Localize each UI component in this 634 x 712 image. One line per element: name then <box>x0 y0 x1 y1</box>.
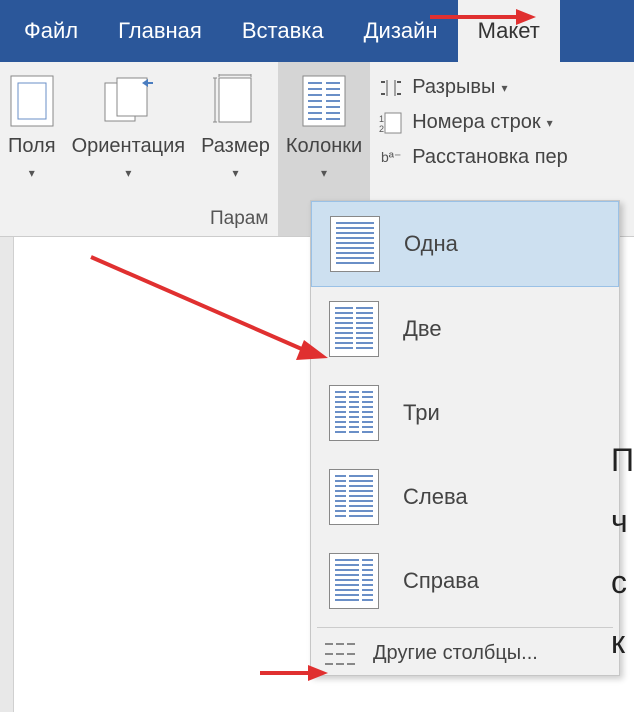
columns-three-icon <box>329 385 379 441</box>
columns-two-label: Две <box>403 316 442 342</box>
tab-layout[interactable]: Макет <box>458 0 560 62</box>
columns-right-label: Справа <box>403 568 479 594</box>
line-numbers-label: Номера строк <box>412 111 540 134</box>
page-setup-group-label: Парам <box>210 208 268 230</box>
columns-icon <box>302 68 346 133</box>
columns-right-icon <box>329 553 379 609</box>
chevron-down-icon: ▾ <box>125 166 131 180</box>
document-ruler-edge <box>0 237 14 712</box>
columns-one-item[interactable]: Одна <box>311 201 619 287</box>
columns-more-item[interactable]: Другие столбцы... <box>311 632 619 675</box>
orientation-icon <box>102 68 154 133</box>
hyphenation-label: Расстановка пер <box>412 146 568 169</box>
columns-one-icon <box>330 216 380 272</box>
columns-more-label: Другие столбцы... <box>373 642 538 665</box>
breaks-label: Разрывы <box>412 76 495 99</box>
chevron-down-icon: ▾ <box>501 81 507 95</box>
tab-file[interactable]: Файл <box>4 0 98 62</box>
ribbon-tabs: Файл Главная Вставка Дизайн Макет <box>0 0 634 62</box>
hyphenation-icon: bª⁻ <box>378 149 404 166</box>
columns-three-item[interactable]: Три <box>311 371 619 455</box>
columns-one-label: Одна <box>404 231 458 257</box>
margins-icon <box>10 68 54 133</box>
document-text-peek: П ч с к <box>611 430 634 673</box>
orientation-button[interactable]: Ориентация ▾ <box>64 62 194 236</box>
columns-label: Колонки <box>286 135 362 158</box>
columns-left-label: Слева <box>403 484 468 510</box>
breaks-button[interactable]: Разрывы ▾ <box>378 70 568 105</box>
columns-two-icon <box>329 301 379 357</box>
chevron-down-icon: ▾ <box>321 166 327 180</box>
annotation-arrow-middle <box>86 252 336 372</box>
columns-three-label: Три <box>403 400 440 426</box>
line-numbers-button[interactable]: 12 Номера строк ▾ <box>378 105 568 140</box>
columns-dropdown-menu: Одна Две Три Слева Справа Другие столбцы… <box>310 200 620 676</box>
columns-two-item[interactable]: Две <box>311 287 619 371</box>
margins-label: Поля <box>8 135 56 158</box>
tab-home[interactable]: Главная <box>98 0 222 62</box>
menu-separator <box>317 627 613 628</box>
columns-more-icon <box>325 643 355 665</box>
columns-right-item[interactable]: Справа <box>311 539 619 623</box>
chevron-down-icon: ▾ <box>29 166 35 180</box>
tab-insert[interactable]: Вставка <box>222 0 344 62</box>
svg-text:1: 1 <box>379 114 384 124</box>
chevron-down-icon: ▾ <box>547 116 553 130</box>
margins-button[interactable]: Поля ▾ <box>0 62 64 236</box>
size-label: Размер <box>201 135 270 158</box>
orientation-label: Ориентация <box>72 135 186 158</box>
hyphenation-button[interactable]: bª⁻ Расстановка пер <box>378 140 568 175</box>
breaks-icon <box>378 78 404 98</box>
chevron-down-icon: ▾ <box>232 166 238 180</box>
size-icon <box>213 68 257 133</box>
svg-text:2: 2 <box>379 124 384 134</box>
tab-design[interactable]: Дизайн <box>344 0 458 62</box>
columns-left-icon <box>329 469 379 525</box>
columns-left-item[interactable]: Слева <box>311 455 619 539</box>
line-numbers-icon: 12 <box>378 112 404 134</box>
